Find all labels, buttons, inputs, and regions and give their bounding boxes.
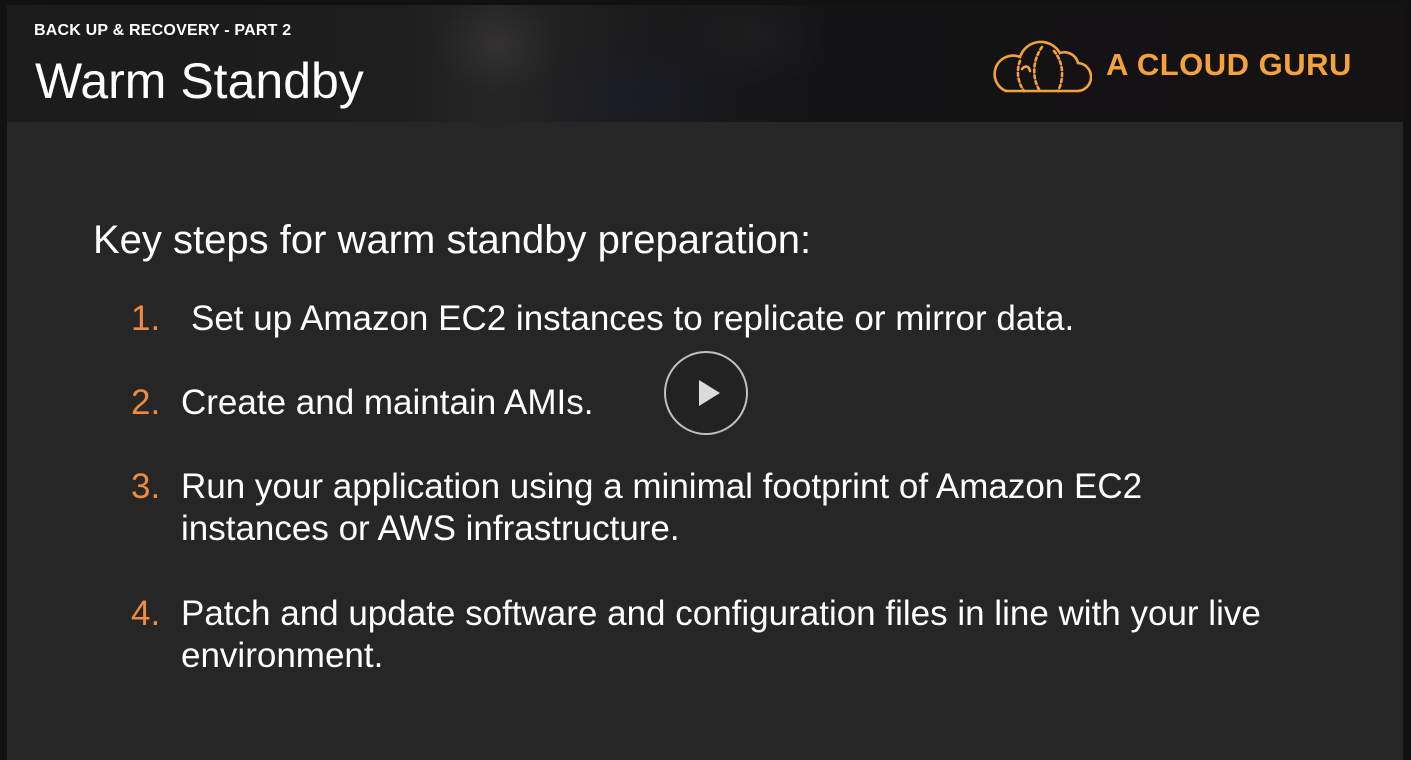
list-item-text: Run your application using a minimal foo… [181,467,1143,548]
list-item-text: Patch and update software and configurat… [181,594,1261,675]
slide: BACK UP & RECOVERY - PART 2 Warm Standby… [7,5,1403,760]
list-item-number: 2. [131,383,161,422]
brand-logo: A CLOUD GURU [992,33,1352,97]
cloud-logo-icon [993,40,1092,93]
play-button[interactable] [664,351,748,435]
slide-title: Warm Standby [35,53,364,109]
video-frame: BACK UP & RECOVERY - PART 2 Warm Standby… [0,0,1411,760]
slide-body: Key steps for warm standby preparation: … [7,122,1403,760]
list-item-number: 4. [131,594,161,633]
list-item: 3. Run your application using a minimal … [131,466,1191,550]
list-item-number: 3. [131,467,161,506]
list-item-number: 1. [131,299,161,338]
list-item-text: Set up Amazon EC2 instances to replicate… [191,299,1075,338]
slide-header: BACK UP & RECOVERY - PART 2 Warm Standby… [7,5,1403,122]
content-heading: Key steps for warm standby preparation: [93,218,812,262]
section-subtitle: BACK UP & RECOVERY - PART 2 [34,22,292,39]
play-icon [699,380,720,406]
list-item: 1. Set up Amazon EC2 instances to replic… [131,298,1271,340]
brand-name: A CLOUD GURU [1106,47,1352,82]
list-item: 4. Patch and update software and configu… [131,593,1261,677]
